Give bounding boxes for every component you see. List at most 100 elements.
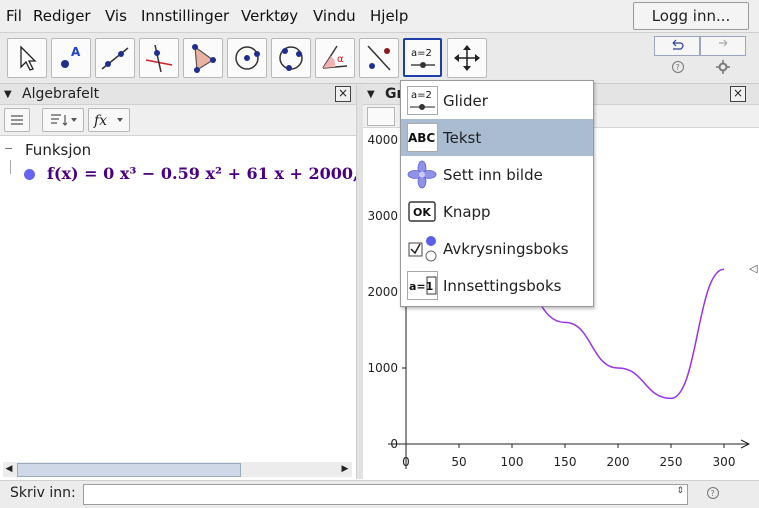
button-icon: OK xyxy=(408,201,436,222)
angle-tool-button[interactable]: α xyxy=(315,38,355,78)
menu-item-label: Knapp xyxy=(443,203,491,221)
svg-text:A: A xyxy=(71,45,81,59)
menu-innstillinger[interactable]: Innstillinger xyxy=(141,7,229,25)
text-icon: ABC xyxy=(407,123,438,152)
menubar: Fil Rediger Vis Innstillinger Verktøy Vi… xyxy=(0,0,759,33)
menu-item-knapp[interactable]: OK Knapp xyxy=(401,193,593,230)
image-icon xyxy=(407,160,437,189)
menu-item-sett-inn-bilde[interactable]: Sett inn bilde xyxy=(401,156,593,193)
y-tick-label: 4000 xyxy=(367,133,398,147)
line-icon xyxy=(101,47,129,70)
tree-line xyxy=(10,160,11,174)
menu-hjelp[interactable]: Hjelp xyxy=(370,7,408,25)
scroll-thumb[interactable] xyxy=(17,463,241,477)
move-tool-button[interactable] xyxy=(7,38,47,78)
perpendicular-icon xyxy=(145,44,173,73)
menu-item-innsettingsboks[interactable]: a=1 Innsettingsboks xyxy=(401,267,593,304)
reflect-icon xyxy=(367,45,391,71)
algebra-toolbar: fx xyxy=(0,105,356,136)
fx-input-button[interactable]: fx xyxy=(88,108,130,132)
svg-text:?: ? xyxy=(711,489,715,498)
menu-item-label: Avkrysningsboks xyxy=(443,240,569,258)
redo-button[interactable] xyxy=(700,36,746,56)
input-spinner-icon[interactable]: ⇕ xyxy=(676,486,684,496)
close-icon[interactable]: × xyxy=(335,86,351,102)
svg-text:a=2: a=2 xyxy=(411,90,432,101)
perpendicular-tool-button[interactable] xyxy=(139,38,179,78)
menu-item-tekst[interactable]: ABC Tekst xyxy=(401,119,593,156)
undo-icon xyxy=(672,39,684,50)
line-tool-button[interactable] xyxy=(95,38,135,78)
sort-button[interactable] xyxy=(42,108,84,132)
x-tick-label: 200 xyxy=(607,455,630,469)
polygon-icon xyxy=(192,44,216,73)
login-button[interactable]: Logg inn... xyxy=(633,2,749,30)
point-icon: A xyxy=(61,45,81,68)
point-tool-button[interactable]: A xyxy=(51,38,91,78)
y-tick-label: 2000 xyxy=(367,285,398,299)
menu-item-label: Tekst xyxy=(443,129,482,147)
menu-item-avkrysningsboks[interactable]: Avkrysningsboks xyxy=(401,230,593,267)
expand-panel-icon[interactable]: ◁ xyxy=(749,262,757,275)
move-view-icon xyxy=(454,45,480,71)
scroll-right-icon[interactable]: ▶ xyxy=(339,462,351,477)
sort-icon xyxy=(51,114,77,126)
list-icon xyxy=(11,115,23,125)
circle-tool-button[interactable] xyxy=(227,38,267,78)
menu-vis[interactable]: Vis xyxy=(105,7,127,25)
visibility-toggle-icon[interactable] xyxy=(24,169,35,180)
x-tick-label: 150 xyxy=(554,455,577,469)
slider-tool-button[interactable]: a=2 xyxy=(403,38,442,77)
menu-item-label: Innsettingsboks xyxy=(443,277,562,295)
menu-item-label: Glider xyxy=(443,92,488,110)
algebra-title: Algebrafelt xyxy=(22,86,100,102)
x-tick-label: 100 xyxy=(501,455,524,469)
function-definition[interactable]: f(x) = 0 x³ − 0.59 x² + 61 x + 2000, xyxy=(47,164,359,183)
svg-text:?: ? xyxy=(676,63,680,72)
svg-text:ABC: ABC xyxy=(408,131,435,145)
svg-text:α: α xyxy=(337,54,344,65)
toggle-auxiliary-button[interactable] xyxy=(4,108,30,132)
help-icon[interactable]: ? xyxy=(671,60,685,74)
x-tick-label: 300 xyxy=(713,455,736,469)
circle-three-points-icon xyxy=(279,46,303,71)
reflect-tool-button[interactable] xyxy=(359,38,399,78)
polygon-tool-button[interactable] xyxy=(183,38,223,78)
redo-icon xyxy=(719,39,728,47)
menu-vindu[interactable]: Vindu xyxy=(313,7,356,25)
gear-icon[interactable] xyxy=(716,60,730,74)
collapse-triangle-icon[interactable]: ▼ xyxy=(4,85,12,105)
svg-text:fx: fx xyxy=(93,113,107,129)
input-label: Skriv inn: xyxy=(10,485,76,501)
category-funksjon: Funksjon xyxy=(25,141,92,159)
algebra-header: ▼ Algebrafelt × xyxy=(0,84,356,105)
command-input[interactable]: ⇕ xyxy=(83,484,688,505)
input-box-icon: a=1 xyxy=(407,271,438,300)
y-tick-label: 0 xyxy=(390,437,398,451)
circle-icon xyxy=(235,46,260,70)
angle-icon: α xyxy=(322,45,348,69)
algebra-scrollbar[interactable]: ◀ ▶ xyxy=(3,462,352,477)
svg-text:a=1: a=1 xyxy=(409,280,433,293)
undo-button[interactable] xyxy=(654,36,700,56)
toolbar: A α a=2 ? xyxy=(0,33,759,84)
menu-rediger[interactable]: Rediger xyxy=(33,7,91,25)
x-tick-label: 0 xyxy=(402,455,410,469)
y-tick-label: 1000 xyxy=(367,361,398,375)
tree-collapse-icon[interactable]: − xyxy=(4,142,13,155)
menu-verktoy[interactable]: Verktøy xyxy=(241,7,298,25)
conic-tool-button[interactable] xyxy=(271,38,311,78)
input-help-icon[interactable]: ? xyxy=(706,486,720,500)
tool-dropdown-menu: a=2 Glider ABC Tekst Sett inn bilde OK K… xyxy=(400,80,594,307)
scroll-left-icon[interactable]: ◀ xyxy=(3,462,15,477)
menu-item-label: Sett inn bilde xyxy=(443,166,543,184)
svg-text:OK: OK xyxy=(413,206,431,219)
slider-icon: a=2 xyxy=(407,86,438,115)
slider-icon-text: a=2 xyxy=(411,48,432,59)
cursor-arrow-icon xyxy=(20,45,37,71)
menu-item-glider[interactable]: a=2 Glider xyxy=(401,82,593,119)
checkbox-icon xyxy=(408,236,437,262)
menu-fil[interactable]: Fil xyxy=(6,7,22,25)
move-view-tool-button[interactable] xyxy=(447,38,487,78)
fx-icon: fx xyxy=(93,113,123,129)
